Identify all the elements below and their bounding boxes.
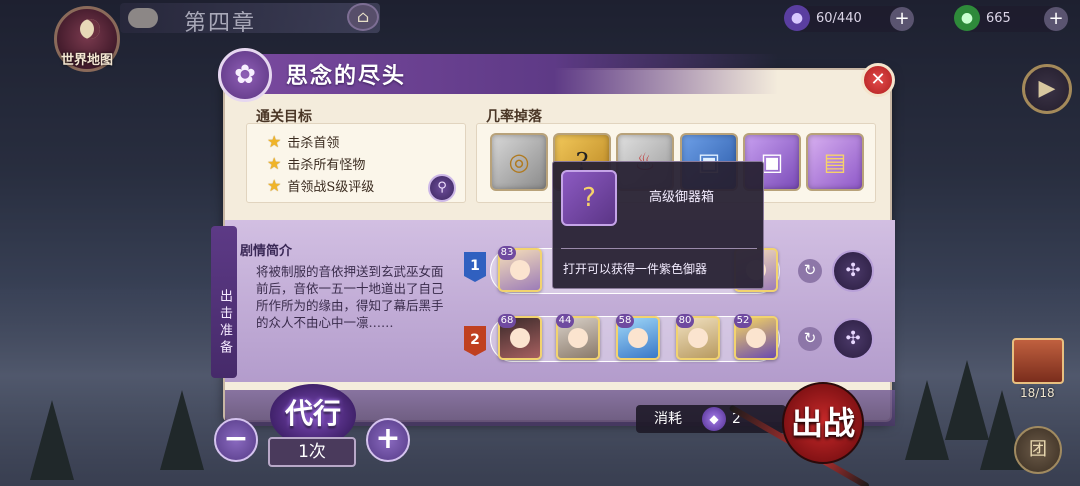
hero-level: 80: [676, 314, 694, 328]
camera-icon: ▶: [1038, 76, 1056, 101]
dialog-title: 思念的尽头: [286, 63, 407, 89]
moon-icon: [80, 19, 100, 39]
card-icon: ▤: [823, 148, 847, 176]
tooltip-item-name: 高级御器箱: [649, 190, 715, 205]
stamina-counter: ● 60/440 +: [784, 5, 914, 32]
hero-slot[interactable]: 58: [616, 314, 660, 360]
objective-item: ★ 击杀首领: [267, 132, 339, 151]
star-icon: ★: [267, 176, 282, 195]
hero-portrait: [746, 328, 766, 348]
hero-portrait: [688, 328, 708, 348]
formation-icon: ✣: [845, 328, 861, 349]
increase-times-button[interactable]: +: [366, 418, 410, 462]
hero-level: 58: [616, 314, 634, 328]
jade-icon: ●: [954, 5, 980, 31]
hero-level: 44: [556, 314, 574, 328]
stamina-icon: ●: [784, 5, 810, 31]
objective-item: ★ 首领战S级评级: [267, 176, 374, 195]
story-text: 将被制服的音依押送到玄武巫女面前后，音依一五一十地道出了自己所作所为的缘由，得知…: [256, 264, 444, 330]
team-2-formation-button[interactable]: ✣: [832, 318, 874, 360]
world-map-button[interactable]: 世界地图: [54, 6, 120, 72]
spirit-orb-icon: ◆: [702, 407, 726, 431]
currency-value: 665: [986, 11, 1011, 26]
times-value: 1次: [268, 437, 356, 467]
star-icon: ★: [267, 132, 282, 151]
battle-button[interactable]: 出战: [782, 382, 864, 464]
formation-icon: ✣: [845, 260, 861, 281]
tooltip-description: 打开可以获得一件紫色御器: [563, 262, 708, 276]
hero-slot[interactable]: 44: [556, 314, 600, 360]
drop-card-item[interactable]: ▤: [806, 133, 864, 191]
sortie-prep-tab[interactable]: 出击准备: [211, 226, 237, 378]
objective-detail-button[interactable]: ⚲: [428, 174, 456, 202]
flower-emblem-icon: ✿: [218, 48, 272, 102]
purple-chest-icon: ▣: [760, 148, 784, 176]
world-map-label: 世界地图: [60, 53, 113, 68]
reward-chest-icon[interactable]: [1012, 338, 1064, 384]
hero-portrait: [628, 328, 648, 348]
hero-slot[interactable]: 80: [676, 314, 720, 360]
cost-label: 消耗: [654, 411, 682, 427]
team-2-swap-button[interactable]: ↻: [798, 327, 822, 351]
team-1-formation-button[interactable]: ✣: [832, 250, 874, 292]
refresh-icon: ↻: [803, 329, 817, 347]
hero-slot[interactable]: 83: [498, 246, 542, 292]
team-2-badge: 2: [464, 326, 486, 356]
chapter-bar: 第四章: [120, 3, 380, 36]
group-button[interactable]: 团: [1014, 426, 1062, 474]
crescent-icon: [128, 8, 158, 28]
refresh-icon: ↻: [803, 261, 817, 279]
hero-level: 68: [498, 314, 516, 328]
home-icon: ⌂: [356, 7, 370, 26]
hero-portrait: [568, 328, 588, 348]
item-tooltip: ? 高级御器箱 打开可以获得一件紫色御器: [552, 161, 764, 289]
add-stamina-button[interactable]: +: [890, 7, 914, 31]
currency-counter: ● 665 +: [954, 5, 1068, 32]
tooltip-divider: [561, 248, 757, 249]
home-button[interactable]: ⌂: [347, 3, 379, 31]
objective-item: ★ 击杀所有怪物: [267, 154, 365, 173]
add-currency-button[interactable]: +: [1044, 7, 1068, 31]
hero-level: 83: [498, 246, 516, 260]
close-button[interactable]: ✕: [861, 63, 895, 97]
team-1-swap-button[interactable]: ↻: [798, 259, 822, 283]
objective-text: 击杀首领: [287, 136, 340, 151]
hero-slot[interactable]: 52: [734, 314, 778, 360]
drop-coin-item[interactable]: ◎: [490, 133, 548, 191]
hero-portrait: [510, 260, 530, 280]
magnifier-icon: ⚲: [437, 180, 447, 195]
hero-slot[interactable]: 68: [498, 314, 542, 360]
stamina-value: 60/440: [816, 11, 862, 26]
hero-portrait: [510, 328, 530, 348]
story-label: 剧情简介: [240, 244, 293, 259]
chapter-title: 第四章: [184, 11, 257, 36]
decrease-times-button[interactable]: −: [214, 418, 258, 462]
coin-icon: ◎: [508, 148, 530, 176]
team-1-badge: 1: [464, 252, 486, 282]
purple-chest-icon: ?: [561, 170, 617, 226]
star-icon: ★: [267, 154, 282, 173]
chest-count: 18/18: [1020, 386, 1055, 400]
hero-level: 52: [734, 314, 752, 328]
objective-text: 首领战S级评级: [287, 180, 375, 195]
objective-text: 击杀所有怪物: [287, 158, 366, 173]
camera-button[interactable]: ▶: [1022, 64, 1072, 114]
